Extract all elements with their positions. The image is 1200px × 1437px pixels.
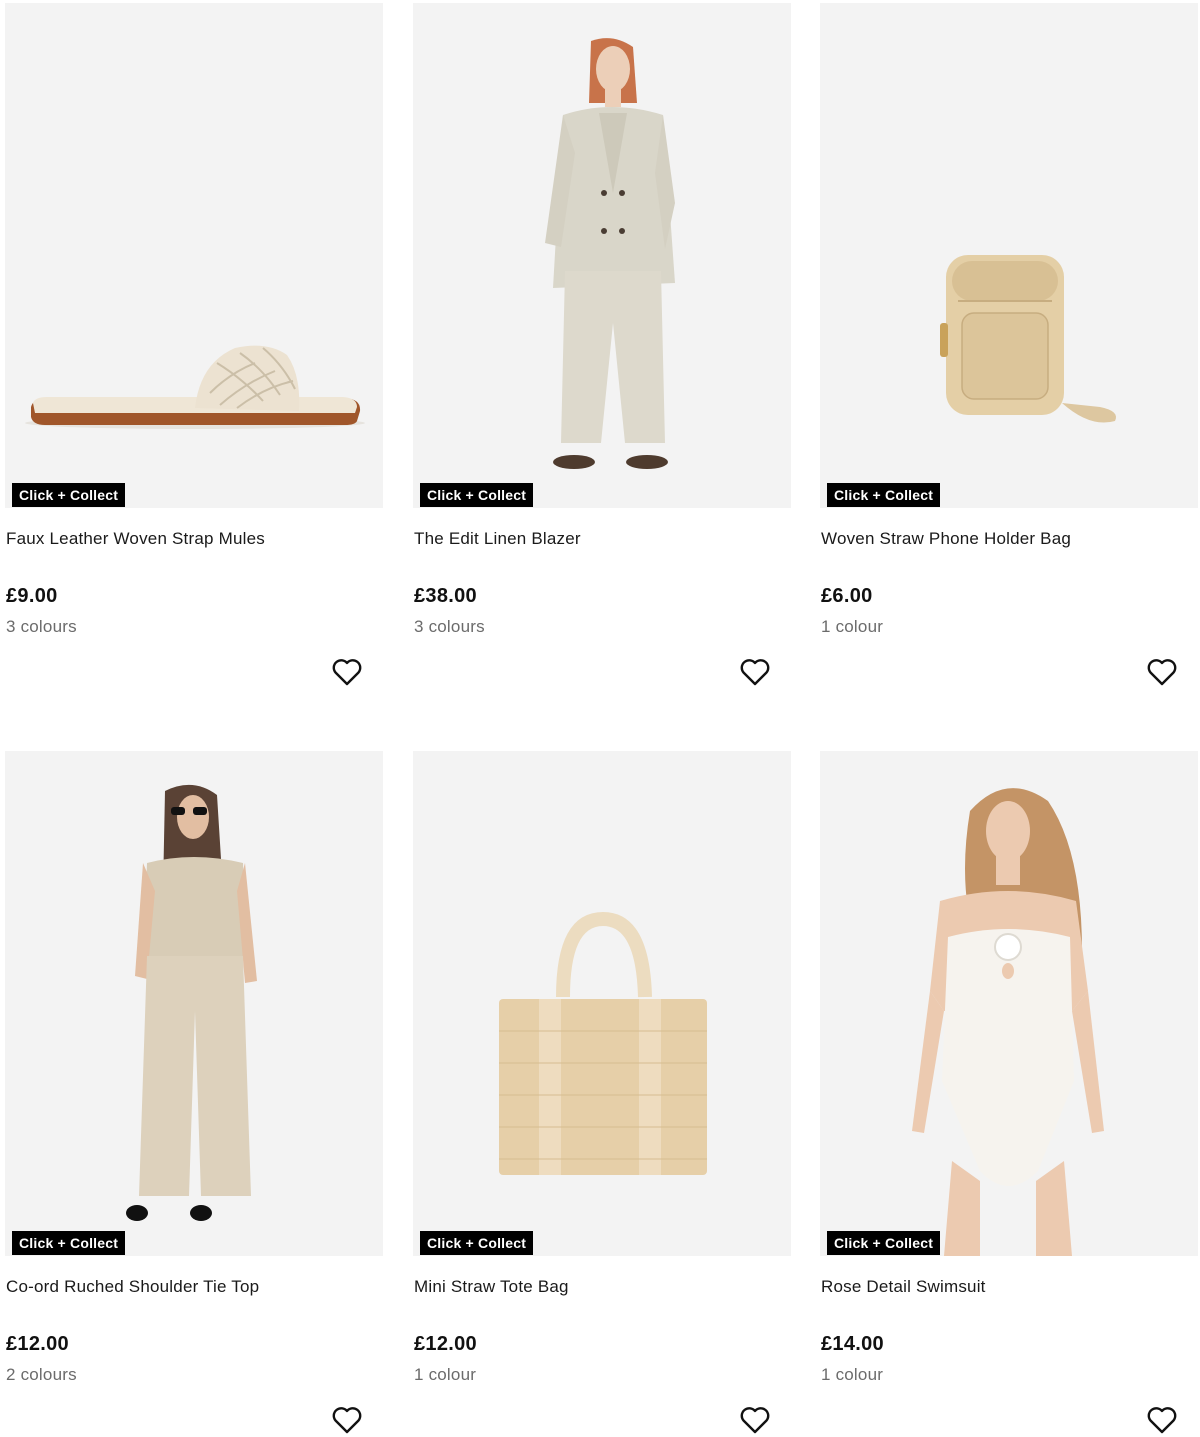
product-title[interactable]: Mini Straw Tote Bag [414, 1276, 569, 1298]
product-price: £14.00 [821, 1333, 884, 1355]
product-colours: 3 colours [6, 617, 77, 636]
product-card[interactable]: Click + Collect The Edit Linen Blazer £3… [413, 3, 791, 686]
product-image[interactable]: Click + Collect [413, 751, 791, 1256]
product-title[interactable]: The Edit Linen Blazer [414, 528, 581, 550]
linen-blazer-model-image [413, 3, 791, 508]
product-image[interactable]: Click + Collect [5, 751, 383, 1256]
linen-coord-model-image [5, 751, 383, 1256]
product-image[interactable]: Click + Collect [820, 751, 1198, 1256]
white-swimsuit-model-image [820, 751, 1198, 1256]
product-colours: 1 colour [414, 1365, 477, 1384]
click-collect-badge: Click + Collect [827, 483, 941, 507]
product-price: £9.00 [6, 585, 58, 607]
product-title[interactable]: Woven Straw Phone Holder Bag [821, 528, 1071, 550]
wishlist-heart-icon[interactable] [1146, 1405, 1178, 1435]
sandal-image [5, 3, 383, 508]
product-colours: 3 colours [414, 617, 485, 636]
wishlist-heart-icon[interactable] [1146, 657, 1178, 687]
straw-tote-bag-image [413, 751, 791, 1256]
product-image[interactable]: Click + Collect [5, 3, 383, 508]
click-collect-badge: Click + Collect [12, 1231, 126, 1255]
product-title[interactable]: Co-ord Ruched Shoulder Tie Top [6, 1276, 259, 1298]
product-card[interactable]: Click + Collect Woven Straw Phone Holder… [820, 3, 1198, 686]
product-title[interactable]: Rose Detail Swimsuit [821, 1276, 986, 1298]
product-grid: Click + Collect Faux Leather Woven Strap… [0, 0, 1200, 1437]
product-image[interactable]: Click + Collect [820, 3, 1198, 508]
product-image[interactable]: Click + Collect [413, 3, 791, 508]
product-price: £12.00 [6, 1333, 69, 1355]
product-price: £38.00 [414, 585, 477, 607]
product-colours: 1 colour [821, 617, 884, 636]
product-colours: 2 colours [6, 1365, 77, 1384]
click-collect-badge: Click + Collect [827, 1231, 941, 1255]
product-card[interactable]: Click + Collect Faux Leather Woven Strap… [5, 3, 383, 686]
wishlist-heart-icon[interactable] [739, 657, 771, 687]
straw-phone-bag-image [820, 3, 1198, 508]
product-price: £6.00 [821, 585, 873, 607]
product-title[interactable]: Faux Leather Woven Strap Mules [6, 528, 265, 550]
click-collect-badge: Click + Collect [420, 483, 534, 507]
product-price: £12.00 [414, 1333, 477, 1355]
wishlist-heart-icon[interactable] [331, 1405, 363, 1435]
wishlist-heart-icon[interactable] [331, 657, 363, 687]
click-collect-badge: Click + Collect [12, 483, 126, 507]
wishlist-heart-icon[interactable] [739, 1405, 771, 1435]
click-collect-badge: Click + Collect [420, 1231, 534, 1255]
product-colours: 1 colour [821, 1365, 884, 1384]
product-card[interactable]: Click + Collect Rose Detail Swimsuit £14… [820, 751, 1198, 1434]
product-card[interactable]: Click + Collect Co-ord Ruched Shoulder T… [5, 751, 383, 1434]
product-card[interactable]: Click + Collect Mini Straw Tote Bag £12.… [413, 751, 791, 1434]
